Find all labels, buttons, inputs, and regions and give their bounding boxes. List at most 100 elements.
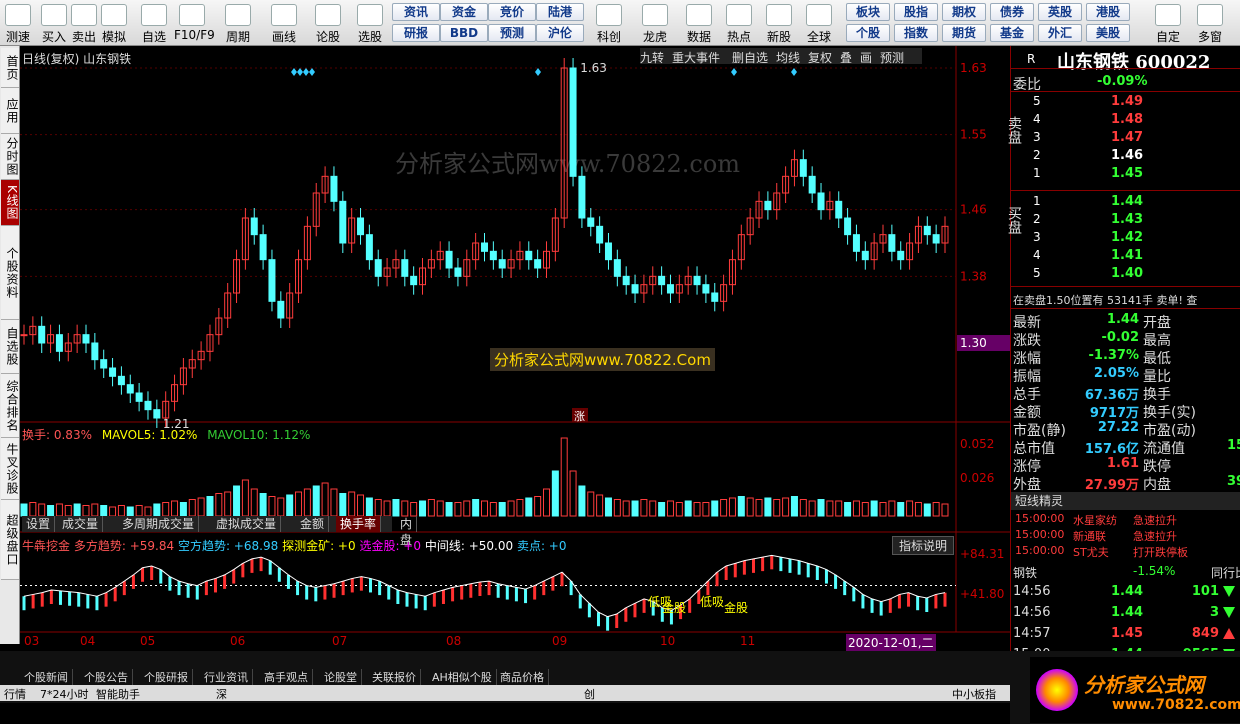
- volume-bar: [844, 502, 852, 517]
- market-btn[interactable]: 股指: [894, 3, 938, 21]
- news-tab-7[interactable]: AH相似个股: [428, 669, 497, 685]
- toolbar3-btn-1[interactable]: 多窗: [1190, 2, 1230, 44]
- volume-bar: [135, 505, 143, 517]
- toolbar-btn-7[interactable]: 画线: [266, 2, 302, 44]
- volume-bar: [144, 506, 152, 517]
- news-tab-2[interactable]: 个股研报: [140, 669, 193, 685]
- vol-tab-2[interactable]: 多周期成交量: [118, 516, 200, 532]
- news-tab-4[interactable]: 高手观点: [260, 669, 313, 685]
- x-tick-label: 2020-12-01,二: [846, 634, 936, 651]
- leftnav-item-7[interactable]: 牛叉诊股: [1, 438, 19, 500]
- toolbar2-btn-5[interactable]: 全球: [800, 2, 838, 44]
- status-item[interactable]: 深: [216, 686, 227, 702]
- quick-btn[interactable]: 沪伦: [536, 24, 584, 42]
- volume-bar: [613, 499, 621, 517]
- market-btn[interactable]: 个股: [846, 24, 890, 42]
- quick-btn[interactable]: 竞价: [488, 3, 536, 21]
- leftnav-item-1[interactable]: 应用: [1, 88, 19, 134]
- vol-tab-4[interactable]: 金额: [296, 516, 330, 532]
- sprite-stock[interactable]: 新通联: [1073, 528, 1106, 544]
- toolbar-btn-0[interactable]: 测速: [0, 2, 36, 44]
- market-btn[interactable]: 债券: [990, 3, 1034, 21]
- volume-bar: [587, 491, 595, 517]
- order-notice[interactable]: 在卖盘1.50位置有 53141手 卖单! 查: [1013, 292, 1197, 308]
- candle: [861, 250, 869, 261]
- volume-bar: [55, 503, 63, 517]
- custom-icon: [1155, 4, 1181, 26]
- market-btn[interactable]: 基金: [990, 24, 1034, 42]
- volume-bar: [852, 500, 860, 517]
- leftnav-item-2[interactable]: 分时图: [1, 134, 19, 180]
- quick-btn[interactable]: 资金: [440, 3, 488, 21]
- leftnav-item-4[interactable]: 个股资料: [1, 226, 19, 320]
- quick-btn[interactable]: 陆港: [536, 3, 584, 21]
- news-tab-6[interactable]: 关联报价: [368, 669, 421, 685]
- news-tab-3[interactable]: 行业资讯: [200, 669, 253, 685]
- toolbar2-btn-1[interactable]: 龙虎: [636, 2, 674, 44]
- news-tab-1[interactable]: 个股公告: [80, 669, 133, 685]
- volume-bar: [728, 497, 736, 517]
- sell-price: 1.48: [1111, 112, 1144, 127]
- leftnav-item-8[interactable]: 超级盘口: [1, 500, 19, 580]
- quick-btn[interactable]: 资讯: [392, 3, 440, 21]
- r-badge: R: [1027, 52, 1036, 66]
- leftnav-item-5[interactable]: 自选股: [1, 320, 19, 374]
- vol-tab-5[interactable]: 换手率: [336, 516, 382, 532]
- kline-chart: 1.631.551.461.381.631.211.30涨0.0520.026+…: [20, 46, 1010, 633]
- news-tab-0[interactable]: 个股新闻: [20, 669, 73, 685]
- volume-bar: [109, 506, 117, 517]
- market-btn[interactable]: 期权: [942, 3, 986, 21]
- leftnav-item-0[interactable]: 首页: [1, 48, 19, 88]
- market-btn[interactable]: 期货: [942, 24, 986, 42]
- volume-bar: [383, 500, 391, 517]
- candle: [126, 384, 134, 394]
- news-tab-8[interactable]: 商品价格: [496, 669, 549, 685]
- vol-tab-0[interactable]: 设置: [22, 516, 56, 532]
- toolbar2-btn-0[interactable]: 科创: [590, 2, 628, 44]
- sell-price: 1.46: [1111, 148, 1144, 163]
- toolbar-btn-5[interactable]: F10/F9: [174, 2, 215, 44]
- toolbar2-btn-2[interactable]: 数据: [680, 2, 718, 44]
- vol-tab-1[interactable]: 成交量: [58, 516, 104, 532]
- market-btn[interactable]: 板块: [846, 3, 890, 21]
- toolbar2-btn-4[interactable]: 新股: [760, 2, 798, 44]
- toolbar-btn-9[interactable]: 选股: [352, 2, 388, 44]
- status-item[interactable]: 创: [584, 686, 595, 702]
- indicator-help-button[interactable]: 指标说明: [892, 536, 955, 555]
- ind-legend-4: 探测金矿: +0: [282, 539, 356, 553]
- toolbar-btn-8[interactable]: 论股: [310, 2, 346, 44]
- market-btn[interactable]: 外汇: [1038, 24, 1082, 42]
- vol-tab-3[interactable]: 虚拟成交量: [212, 516, 282, 532]
- quote-label: 振幅: [1013, 369, 1041, 385]
- toolbar3-btn-0[interactable]: 自定: [1148, 2, 1188, 44]
- status-item[interactable]: 7*24小时: [40, 686, 89, 702]
- buy-price: 1.43: [1111, 212, 1144, 227]
- quick-btn[interactable]: 预测: [488, 24, 536, 42]
- sprite-stock[interactable]: 水星家纺: [1073, 512, 1117, 528]
- status-item[interactable]: 中小板指: [952, 686, 996, 702]
- chart-area[interactable]: 日线(复权) 山东钢铁 九转 重大事件 删自选 均线 复权叠画预测 分析家公式网www.…: [20, 46, 1010, 651]
- market-btn[interactable]: 港股: [1086, 3, 1130, 21]
- volume-bar: [330, 488, 338, 517]
- leftnav-item-6[interactable]: 综合排名: [1, 374, 19, 438]
- vol-tab-6[interactable]: 内盘: [396, 516, 418, 547]
- peer-compare-button[interactable]: 同行比: [1211, 564, 1240, 581]
- volume-bar: [906, 500, 914, 517]
- quick-btn[interactable]: 研报: [392, 24, 440, 42]
- market-btn[interactable]: 指数: [894, 24, 938, 42]
- leftnav-item-3[interactable]: K线图: [1, 180, 19, 226]
- candle: [799, 159, 807, 177]
- sprite-stock[interactable]: ST尤夫: [1073, 544, 1109, 560]
- status-item[interactable]: 行情: [4, 686, 26, 702]
- sell-level: 5: [1033, 94, 1041, 108]
- toolbar-btn-4[interactable]: 自选: [136, 2, 172, 44]
- news-tab-5[interactable]: 论股堂: [320, 669, 362, 685]
- quick-btn[interactable]: BBD: [440, 24, 488, 42]
- toolbar2-btn-3[interactable]: 热点: [720, 2, 758, 44]
- market-btn[interactable]: 美股: [1086, 24, 1130, 42]
- toolbar-btn-3[interactable]: 模拟: [96, 2, 132, 44]
- status-item[interactable]: 智能助手: [96, 686, 140, 702]
- volume-bar: [702, 502, 710, 517]
- toolbar-btn-6[interactable]: 周期: [220, 2, 256, 44]
- market-btn[interactable]: 英股: [1038, 3, 1082, 21]
